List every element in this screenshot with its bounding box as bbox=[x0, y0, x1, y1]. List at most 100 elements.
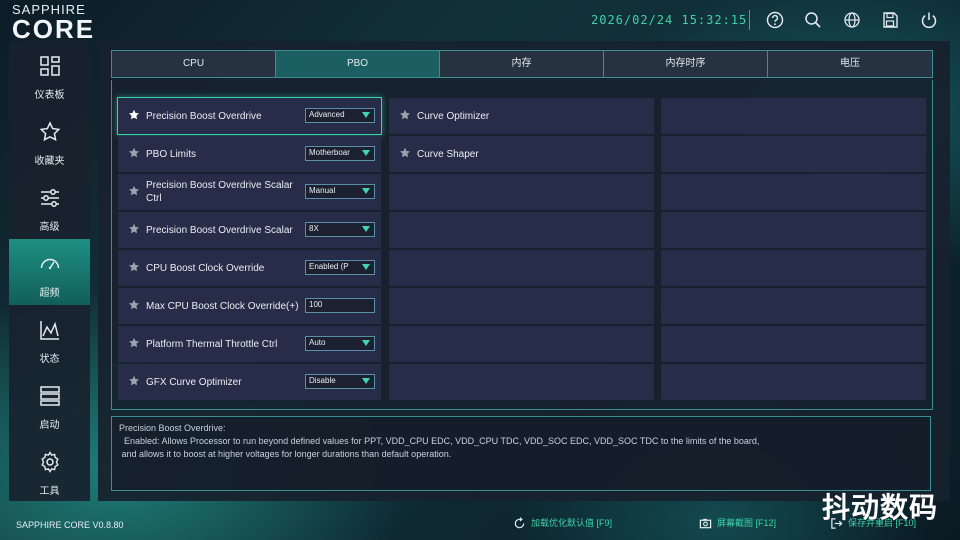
setting-row-pbo-limits[interactable]: PBO Limits Motherboar bbox=[118, 136, 381, 172]
dropdown-arrow-icon bbox=[362, 378, 370, 384]
setting-row-pbo-scalar-ctrl[interactable]: Precision Boost Overdrive Scalar Ctrl Ma… bbox=[118, 174, 381, 210]
star-icon[interactable] bbox=[128, 299, 140, 311]
setting-value: 8X bbox=[309, 224, 319, 233]
setting-row-max-cpu-boost[interactable]: Max CPU Boost Clock Override(+) 100 bbox=[118, 288, 381, 324]
empty-cell bbox=[661, 326, 926, 362]
setting-value: Disable bbox=[309, 376, 336, 385]
empty-cell bbox=[661, 98, 926, 134]
setting-row-pbo-scalar[interactable]: Precision Boost Overdrive Scalar 8X bbox=[118, 212, 381, 248]
sidebar-item-advanced[interactable]: 高级 bbox=[9, 173, 90, 239]
chart-icon bbox=[39, 321, 59, 340]
sliders-icon bbox=[40, 189, 59, 207]
sidebar-item-status[interactable]: 状态 bbox=[9, 305, 90, 371]
sidebar-item-label: 工具 bbox=[39, 486, 60, 497]
tab-pbo[interactable]: PBO bbox=[276, 51, 440, 77]
setting-select[interactable]: Auto bbox=[305, 336, 375, 351]
star-icon[interactable] bbox=[128, 337, 140, 349]
sidebar-item-favorites[interactable]: 收藏夹 bbox=[9, 107, 90, 173]
empty-cell bbox=[389, 174, 654, 210]
reset-icon bbox=[514, 517, 525, 529]
setting-input[interactable]: 100 bbox=[305, 298, 375, 313]
empty-cell bbox=[661, 250, 926, 286]
empty-cell bbox=[389, 364, 654, 400]
sidebar-item-label: 启动 bbox=[39, 420, 60, 431]
tab-memory-timing[interactable]: 内存时序 bbox=[604, 51, 768, 77]
globe-icon[interactable] bbox=[842, 10, 862, 30]
submenu-curve-shaper[interactable]: Curve Shaper bbox=[389, 136, 654, 172]
setting-select[interactable]: Disable bbox=[305, 374, 375, 389]
header-divider bbox=[749, 10, 750, 30]
star-icon[interactable] bbox=[128, 375, 140, 387]
tab-cpu[interactable]: CPU bbox=[112, 51, 276, 77]
sidebar-item-dashboard[interactable]: 仪表板 bbox=[9, 41, 90, 107]
tab-memory[interactable]: 内存 bbox=[440, 51, 604, 77]
setting-value: Enabled (P bbox=[309, 262, 349, 271]
submenu-label: Curve Shaper bbox=[417, 149, 479, 160]
description-line: and allows it to boost at higher voltage… bbox=[119, 449, 452, 459]
tab-bar: CPU PBO 内存 内存时序 电压 bbox=[111, 50, 933, 78]
save-icon[interactable] bbox=[880, 10, 900, 30]
description-line: Enabled: Allows Processor to run beyond … bbox=[119, 436, 760, 446]
setting-label: Platform Thermal Throttle Ctrl bbox=[146, 339, 278, 350]
sidebar-item-overclock[interactable]: 超频 bbox=[9, 239, 90, 305]
star-icon[interactable] bbox=[128, 261, 140, 273]
star-icon[interactable] bbox=[399, 147, 411, 159]
star-icon[interactable] bbox=[128, 109, 140, 121]
button-label: 屏幕截图 [F12] bbox=[717, 518, 777, 528]
setting-row-cpu-boost-clock[interactable]: CPU Boost Clock Override Enabled (P bbox=[118, 250, 381, 286]
camera-icon bbox=[699, 518, 712, 529]
sidebar-item-tools[interactable]: 工具 bbox=[9, 437, 90, 503]
dashboard-icon bbox=[39, 56, 60, 76]
app-logo: SAPPHIRE CORE bbox=[12, 2, 95, 45]
sidebar: 仪表板 收藏夹 高级 超频 状态 启动 工具 bbox=[9, 41, 90, 501]
watermark-text: 抖动数码 bbox=[822, 492, 939, 523]
setting-select[interactable]: 8X bbox=[305, 222, 375, 237]
setting-value: Advanced bbox=[309, 110, 345, 119]
dropdown-arrow-icon bbox=[362, 150, 370, 156]
empty-cell bbox=[661, 288, 926, 324]
setting-value: Manual bbox=[309, 186, 336, 195]
star-icon[interactable] bbox=[399, 109, 411, 121]
setting-label: Precision Boost Overdrive bbox=[146, 111, 262, 122]
setting-label: CPU Boost Clock Override bbox=[146, 263, 265, 274]
setting-row-gfx-curve[interactable]: GFX Curve Optimizer Disable bbox=[118, 364, 381, 400]
setting-select[interactable]: Advanced bbox=[305, 108, 375, 123]
empty-cell bbox=[389, 326, 654, 362]
dropdown-arrow-icon bbox=[362, 226, 370, 232]
setting-select[interactable]: Motherboar bbox=[305, 146, 375, 161]
setting-label: Precision Boost Overdrive Scalar Ctrl bbox=[146, 180, 293, 204]
sidebar-item-label: 仪表板 bbox=[34, 90, 65, 101]
dropdown-arrow-icon bbox=[362, 188, 370, 194]
star-icon[interactable] bbox=[128, 223, 140, 235]
setting-value: Auto bbox=[309, 338, 326, 347]
setting-row-thermal-throttle[interactable]: Platform Thermal Throttle Ctrl Auto bbox=[118, 326, 381, 362]
sidebar-item-label: 状态 bbox=[39, 354, 60, 365]
datetime-display: 2026/02/24 15:32:15 bbox=[591, 13, 748, 27]
sidebar-item-boot[interactable]: 启动 bbox=[9, 371, 90, 437]
empty-cell bbox=[661, 212, 926, 248]
help-icon[interactable] bbox=[765, 10, 785, 30]
button-label: 加载优化默认值 [F9] bbox=[531, 518, 613, 528]
empty-cell bbox=[389, 250, 654, 286]
tab-voltage[interactable]: 电压 bbox=[768, 51, 932, 77]
search-icon[interactable] bbox=[803, 10, 823, 30]
dropdown-arrow-icon bbox=[362, 264, 370, 270]
load-defaults-button[interactable]: 加载优化默认值 [F9] bbox=[513, 516, 612, 530]
submenu-curve-optimizer[interactable]: Curve Optimizer bbox=[389, 98, 654, 134]
setting-select[interactable]: Manual bbox=[305, 184, 375, 199]
gauge-icon bbox=[40, 258, 59, 270]
dropdown-arrow-icon bbox=[362, 112, 370, 118]
empty-cell bbox=[661, 174, 926, 210]
setting-label: GFX Curve Optimizer bbox=[146, 377, 242, 388]
setting-select[interactable]: Enabled (P bbox=[305, 260, 375, 275]
screenshot-button[interactable]: 屏幕截图 [F12] bbox=[699, 516, 776, 530]
description-panel: Precision Boost Overdrive: Enabled: Allo… bbox=[111, 416, 931, 491]
setting-label: Precision Boost Overdrive Scalar bbox=[146, 225, 293, 236]
empty-cell bbox=[661, 136, 926, 172]
star-icon[interactable] bbox=[128, 147, 140, 159]
gear-icon bbox=[40, 451, 59, 473]
submenu-label: Curve Optimizer bbox=[417, 111, 490, 122]
power-icon[interactable] bbox=[919, 10, 939, 30]
star-icon[interactable] bbox=[128, 185, 140, 197]
setting-row-pbo[interactable]: Precision Boost Overdrive Advanced bbox=[118, 98, 381, 134]
